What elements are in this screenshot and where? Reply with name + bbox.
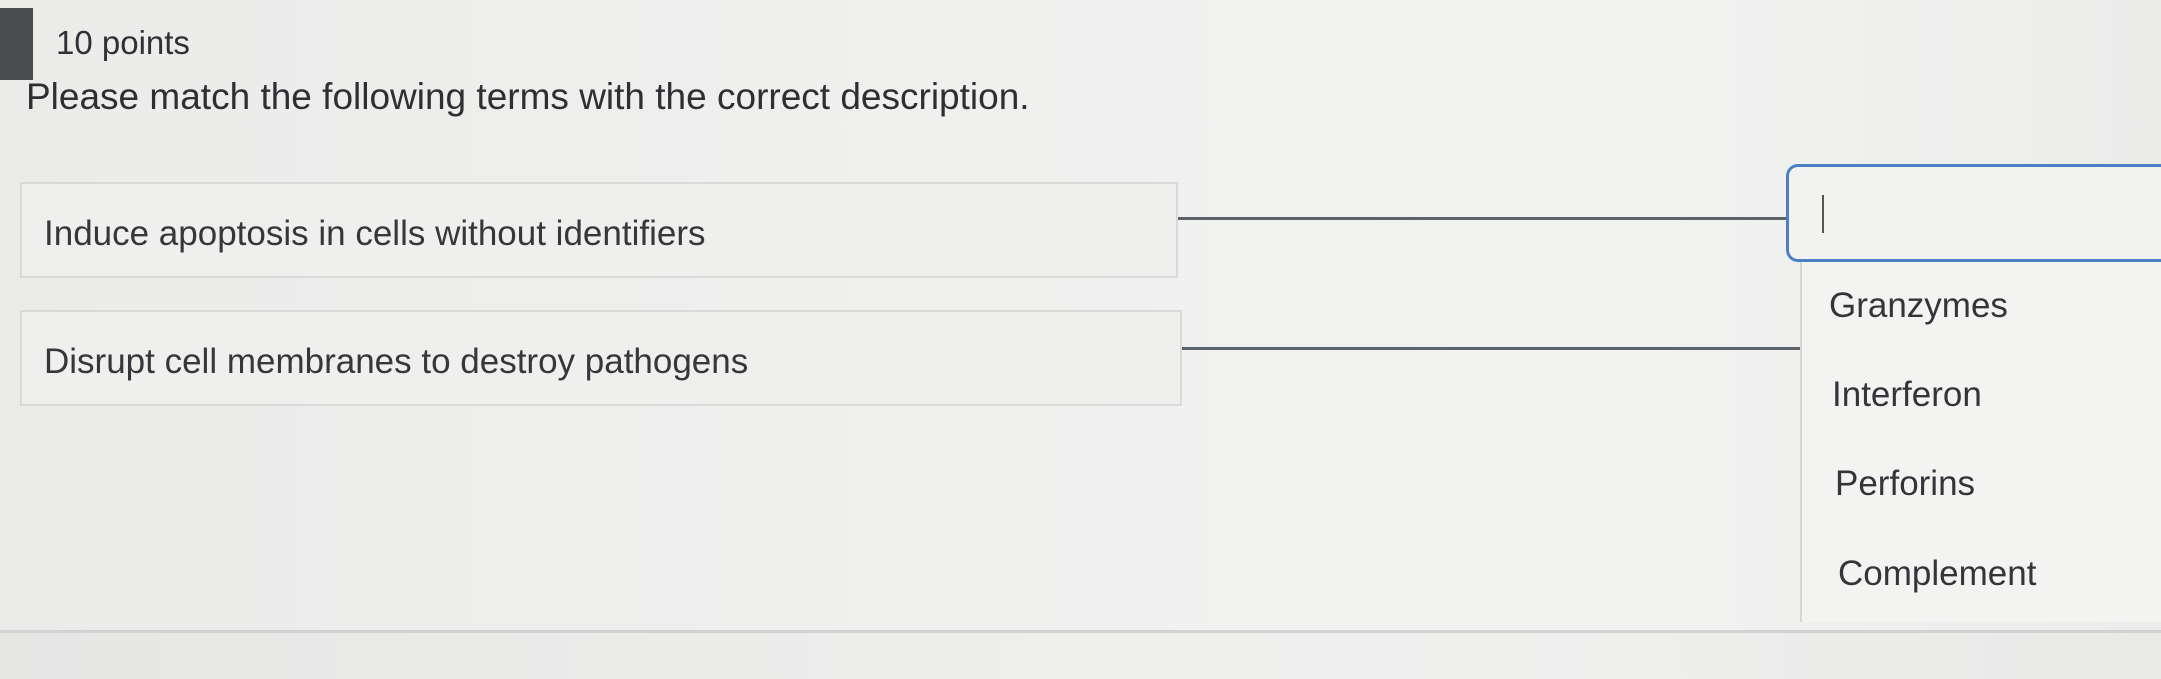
- match-answer-select-1[interactable]: [1786, 164, 2161, 262]
- question-flag-marker: [0, 8, 33, 80]
- question-text: Please match the following terms with th…: [26, 76, 1030, 117]
- question-card: 10 points Please match the following ter…: [0, 0, 2161, 633]
- match-connector-line-1: [1178, 217, 1788, 220]
- match-prompt-2-text: Disrupt cell membranes to destroy pathog…: [44, 342, 749, 381]
- match-prompt-1: Induce apoptosis in cells without identi…: [20, 182, 1178, 278]
- match-connector-line-2: [1182, 347, 1800, 350]
- match-prompt-1-text: Induce apoptosis in cells without identi…: [44, 214, 706, 253]
- option-interferon[interactable]: Interferon: [1832, 375, 1982, 415]
- question-points: 10 points: [56, 24, 190, 61]
- option-granzymes[interactable]: Granzymes: [1829, 286, 2008, 326]
- match-prompt-2: Disrupt cell membranes to destroy pathog…: [20, 310, 1182, 406]
- answer-options-dropdown: Granzymes Interferon Perforins Complemen…: [1800, 262, 2161, 622]
- option-complement[interactable]: Complement: [1838, 554, 2036, 594]
- option-perforins[interactable]: Perforins: [1835, 464, 1975, 504]
- text-cursor: [1822, 195, 1824, 233]
